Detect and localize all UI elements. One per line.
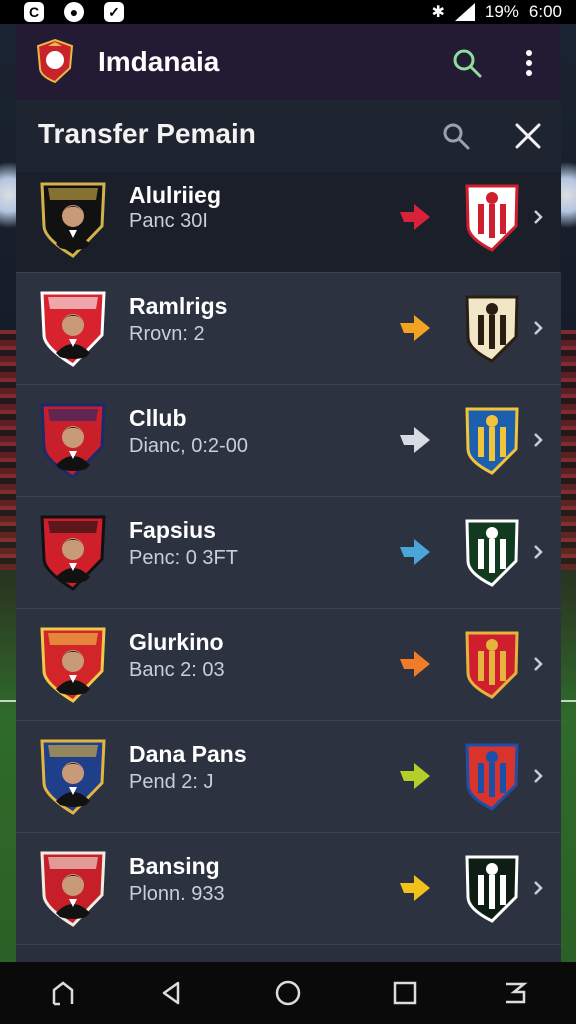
club-badge-icon	[465, 184, 519, 252]
chevron-right-icon[interactable]	[532, 767, 544, 785]
player-name: Cllub	[129, 405, 187, 431]
transfer-row[interactable]: Glurkino Banc 2: 03	[16, 609, 561, 721]
chevron-right-icon[interactable]	[532, 431, 544, 449]
player-badge-icon	[40, 739, 106, 815]
club-badge-icon	[465, 295, 519, 363]
player-detail: Penc: 0 3FT	[129, 547, 238, 569]
back-icon[interactable]	[156, 978, 186, 1008]
recents-icon[interactable]	[390, 978, 420, 1008]
player-name: Bansing	[129, 853, 220, 879]
search-icon[interactable]	[440, 120, 472, 152]
chevron-right-icon[interactable]	[532, 879, 544, 897]
player-badge-icon	[40, 627, 106, 703]
home-icon[interactable]	[48, 978, 78, 1008]
transfer-row[interactable]: Bansing Plonn. 933	[16, 833, 561, 945]
club-badge-icon	[465, 407, 519, 475]
close-icon[interactable]	[512, 120, 544, 152]
transfer-arrow-icon	[400, 875, 430, 901]
screen-header: Transfer Pemain	[16, 100, 561, 172]
status-bar: C ● ✓ ✱ 19% 6:00	[0, 0, 576, 24]
chevron-right-icon[interactable]	[532, 655, 544, 673]
transfer-row[interactable]: Cllub Dianc, 0:2-00	[16, 385, 561, 497]
transfer-arrow-icon	[400, 651, 430, 677]
player-detail: Rrovn: 2	[129, 323, 205, 345]
page-title: Transfer Pemain	[38, 118, 256, 149]
menu-icon[interactable]	[500, 978, 530, 1008]
circle-home-icon[interactable]	[273, 978, 303, 1008]
player-detail: Plonn. 933	[129, 883, 225, 905]
search-icon[interactable]	[450, 46, 484, 80]
transfer-arrow-icon	[400, 204, 430, 230]
transfer-arrow-icon	[400, 427, 430, 453]
transfer-arrow-icon	[400, 763, 430, 789]
player-badge-icon	[40, 851, 106, 927]
player-name: Fapsius	[129, 517, 216, 543]
clock: 6:00	[528, 2, 562, 21]
c-app-icon: C	[24, 2, 44, 22]
check-app-icon: ✓	[104, 2, 124, 22]
player-detail: Pend 2: J	[129, 771, 214, 793]
transfer-row[interactable]: Alulriieg Panc 30I	[16, 172, 561, 273]
chevron-right-icon[interactable]	[532, 208, 544, 226]
app-logo-icon	[36, 38, 74, 84]
app-panel: Imdanaia Transfer Pemain Alulriieg Panc 3…	[16, 24, 561, 962]
player-detail: Panc 30I	[129, 210, 208, 232]
transfer-row[interactable]: Dana Pans Pend 2: J	[16, 721, 561, 833]
battery-text: 19%	[484, 2, 519, 21]
player-badge-icon	[40, 515, 106, 591]
navigation-bar	[0, 962, 576, 1024]
club-badge-icon	[465, 743, 519, 811]
chevron-right-icon[interactable]	[532, 319, 544, 337]
more-vert-icon[interactable]	[521, 48, 537, 78]
player-name: Glurkino	[129, 629, 224, 655]
circle-app-icon: ●	[64, 2, 84, 22]
app-title: Imdanaia	[98, 46, 220, 77]
transfer-row[interactable]: Ramlrigs Rrovn: 2	[16, 273, 561, 385]
player-name: Dana Pans	[129, 741, 247, 767]
player-name: Ramlrigs	[129, 293, 228, 319]
transfer-list: Alulriieg Panc 30I Ramlrigs Rrovn: 2 Cllub Di…	[16, 172, 561, 945]
transfer-arrow-icon	[400, 539, 430, 565]
player-badge-icon	[40, 403, 106, 479]
club-badge-icon	[465, 855, 519, 923]
signal-icon	[454, 3, 475, 21]
player-detail: Dianc, 0:2-00	[129, 435, 248, 457]
app-bar: Imdanaia	[16, 24, 561, 100]
player-badge-icon	[40, 182, 106, 258]
transfer-row[interactable]: Fapsius Penc: 0 3FT	[16, 497, 561, 609]
chevron-right-icon[interactable]	[532, 543, 544, 561]
bluetooth-icon: ✱	[431, 4, 445, 21]
player-badge-icon	[40, 291, 106, 367]
player-name: Alulriieg	[129, 182, 222, 208]
club-badge-icon	[465, 631, 519, 699]
transfer-arrow-icon	[400, 315, 430, 341]
club-badge-icon	[465, 519, 519, 587]
player-detail: Banc 2: 03	[129, 659, 225, 681]
